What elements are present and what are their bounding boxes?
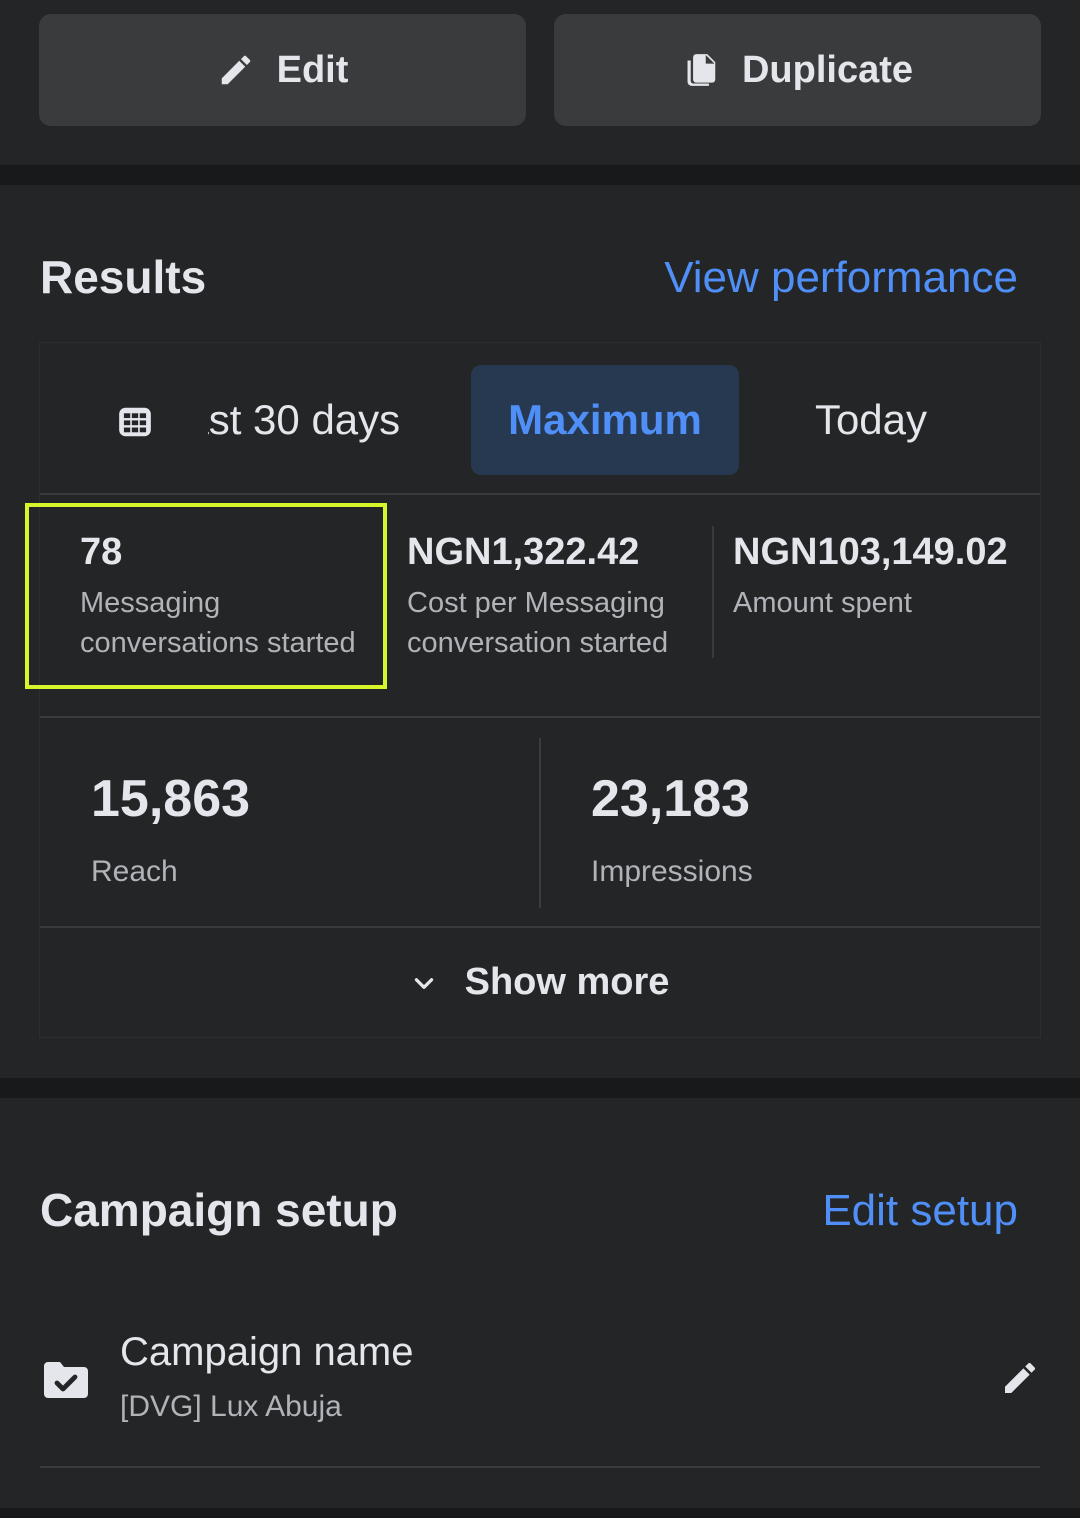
pencil-icon	[217, 51, 255, 89]
calendar-icon[interactable]	[116, 403, 154, 441]
action-bar: Edit Duplicate	[0, 0, 1080, 165]
campaign-setup-title: Campaign setup	[40, 1184, 398, 1236]
section-divider	[0, 1508, 1080, 1518]
metric-label: Messaging conversations started	[80, 587, 356, 659]
metric-messaging-conversations: 78 Messaging conversations started	[80, 533, 380, 663]
metric-reach: 15,863 Reach	[91, 773, 250, 889]
metric-value: NGN103,149.02	[733, 531, 1008, 573]
reach-value: 15,863	[91, 770, 251, 828]
range-last-30-days[interactable]: Last 30 days	[208, 365, 438, 475]
impressions-value: 23,183	[591, 770, 751, 828]
edit-button[interactable]: Edit	[39, 14, 526, 126]
metric-label: Amount spent	[733, 587, 912, 619]
edit-label: Edit	[276, 48, 349, 91]
metric-amount-spent: NGN103,149.02 Amount spent	[733, 533, 1033, 623]
metric-cost-per-conversation: NGN1,322.42 Cost per Messaging conversat…	[407, 533, 707, 663]
campaign-name-row[interactable]: Campaign name [DVG] Lux Abuja	[40, 1318, 1040, 1468]
show-more-label: Show more	[464, 961, 670, 1003]
campaign-name-label: Campaign name	[120, 1330, 414, 1374]
range-today[interactable]: Today	[775, 365, 967, 475]
duplicate-icon	[682, 51, 720, 89]
metric-label: Cost per Messaging conversation started	[407, 587, 669, 659]
metric-divider	[712, 526, 714, 658]
results-title: Results	[40, 251, 207, 303]
date-range-selector: Last 30 days Maximum Today	[40, 343, 1040, 495]
chevron-down-icon	[411, 970, 437, 996]
campaign-setup-section: Campaign setup Edit setup Campaign name …	[0, 1098, 1080, 1508]
view-performance-link[interactable]: View performance	[664, 253, 1018, 303]
section-divider	[0, 1078, 1080, 1098]
range-maximum[interactable]: Maximum	[471, 365, 739, 475]
results-section: Results View performance st 30 days Maxi…	[0, 185, 1080, 1078]
reach-label: Reach	[91, 855, 178, 888]
metric-impressions: 23,183 Impressions	[591, 773, 753, 889]
edit-setup-link[interactable]: Edit setup	[822, 1186, 1018, 1236]
metric-divider	[539, 738, 541, 908]
page: Edit Duplicate Results View performance	[0, 0, 1080, 1518]
pencil-icon[interactable]	[1000, 1358, 1040, 1398]
folder-check-icon	[40, 1356, 92, 1404]
duplicate-label: Duplicate	[741, 48, 914, 91]
show-more-button[interactable]: Show more	[40, 928, 1040, 1037]
campaign-name-value: [DVG] Lux Abuja	[120, 1390, 342, 1423]
metric-value: 78	[80, 531, 123, 573]
metric-value: NGN1,322.42	[407, 531, 640, 573]
row-divider	[40, 716, 1040, 718]
results-card: Last 30 days Maximum Today 78 Messaging …	[25, 343, 1040, 1037]
impressions-label: Impressions	[591, 855, 753, 888]
duplicate-button[interactable]: Duplicate	[554, 14, 1041, 126]
section-divider	[0, 165, 1080, 185]
